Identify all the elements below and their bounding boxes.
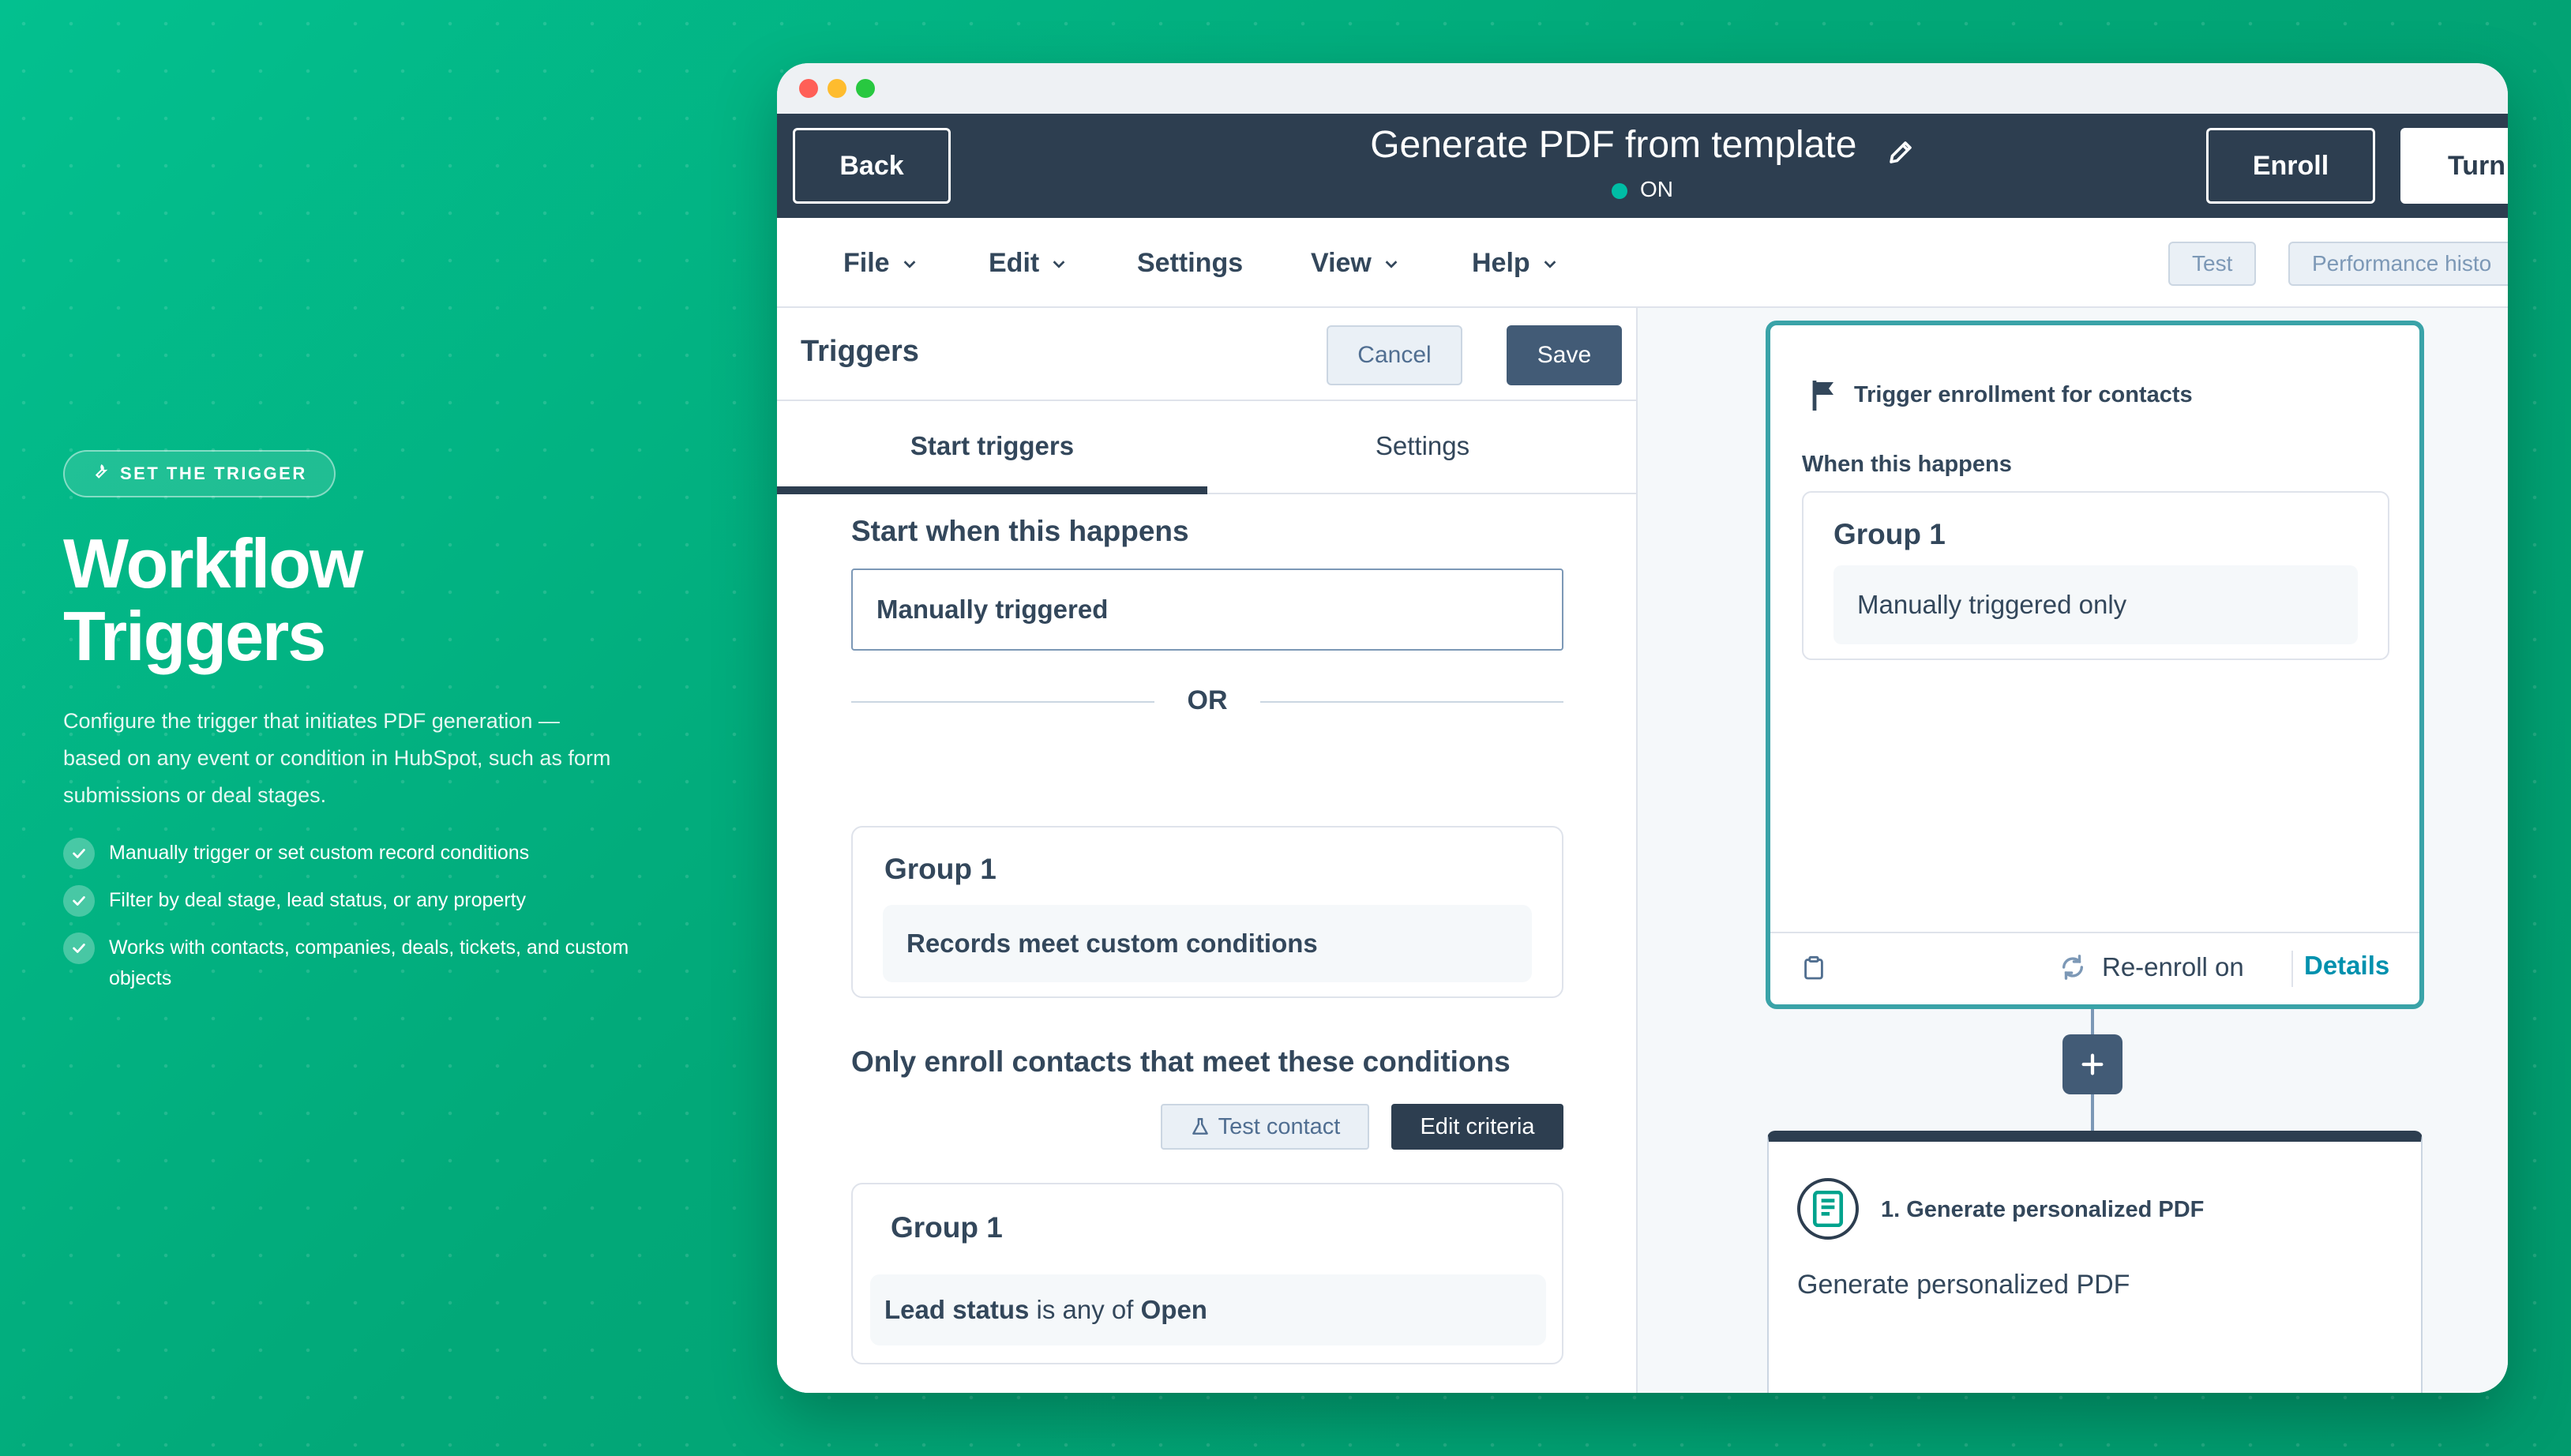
workflow-canvas: Trigger enrollment for contacts When thi… [1638,308,2508,1393]
app-window: Back Generate PDF from template ON Enrol… [777,63,2508,1393]
group-summary-row: Manually triggered only [1833,565,2358,644]
workflow-header: Back Generate PDF from template ON Enrol… [777,114,2508,218]
promo-title-line2: Triggers [63,597,326,675]
group-title: Group 1 [1833,518,1946,550]
test-contact-label: Test contact [1218,1113,1341,1139]
menu-settings-label: Settings [1137,248,1244,278]
triggers-panel: Triggers Cancel Save Start triggers Sett… [777,308,1638,1393]
or-divider: OR [851,685,1563,717]
enrollment-criteria-card[interactable]: Group 1 Lead status is any of Open [851,1183,1563,1364]
footer-separator [2291,951,2293,987]
window-titlebar [777,63,2508,114]
test-contact-button[interactable]: Test contact [1161,1104,1369,1150]
menu-help[interactable]: Help [1472,248,1559,279]
promo-title-line1: Workflow [63,524,363,602]
action-card[interactable]: 1. Generate personalized PDF Generate pe… [1767,1131,2423,1393]
check-icon [63,885,95,917]
connector-line [2091,1094,2094,1131]
pdf-document-icon [1797,1178,1859,1240]
menu-file-label: File [843,248,890,278]
turn-on-button[interactable]: Turn [2400,128,2508,204]
pill-label: SET THE TRIGGER [120,463,307,483]
reenroll-label: Re-enroll on [2102,952,2244,981]
edit-criteria-button[interactable]: Edit criteria [1391,1104,1563,1150]
cancel-button[interactable]: Cancel [1327,325,1462,385]
check-icon [63,933,95,964]
only-enroll-label: Only enroll contacts that meet these con… [851,1045,1511,1078]
feature-item: Works with contacts, companies, deals, t… [63,933,687,994]
group-title: Group 1 [891,1211,1003,1244]
menu-file[interactable]: File [843,248,918,279]
add-action-button[interactable] [2062,1034,2122,1094]
feature-list: Manually trigger or set custom record co… [63,838,695,994]
criteria-value: Open [1140,1295,1207,1324]
check-icon [63,838,95,869]
trigger-card-footer: Re-enroll on Details [1770,932,2419,1004]
trigger-card[interactable]: Trigger enrollment for contacts When thi… [1766,321,2424,1009]
promo-section: SET THE TRIGGER Workflow Triggers Config… [63,450,695,1010]
group-condition[interactable]: Records meet custom conditions [883,905,1532,982]
trigger-card-header: Trigger enrollment for contacts [1811,379,2193,411]
chevron-down-icon [903,260,915,268]
test-button[interactable]: Test [2168,242,2257,286]
criteria-property: Lead status [884,1295,1030,1324]
tab-settings[interactable]: Settings [1207,431,1638,461]
menu-edit[interactable]: Edit [989,248,1068,279]
feature-text: Filter by deal stage, lead status, or an… [109,889,527,911]
section-pill: SET THE TRIGGER [63,450,336,497]
group-title: Group 1 [884,853,996,885]
close-window-button[interactable] [799,79,818,98]
start-when-label: Start when this happens [851,515,1189,547]
trigger-group-card[interactable]: Group 1 Records meet custom conditions [851,826,1563,998]
action-description: Generate personalized PDF [1797,1270,2130,1300]
menu-settings[interactable]: Settings [1137,248,1243,279]
chevron-down-icon [1544,260,1556,268]
menu-bar: File Edit Settings View Help Test Perfor… [777,218,2508,308]
refresh-icon [2062,955,2084,980]
active-tab-indicator [777,486,1207,494]
menu-edit-label: Edit [989,248,1040,278]
chevron-down-icon [1053,260,1065,268]
plus-icon [2081,1053,2104,1075]
menu-view-label: View [1311,248,1372,278]
feature-item: Manually trigger or set custom record co… [63,838,687,869]
flag-icon [1812,381,1833,411]
promo-description: Configure the trigger that initiates PDF… [63,709,611,807]
divider-line [1260,701,1563,703]
flask-icon [1192,1118,1208,1135]
criteria-operator: is any of [1029,1295,1141,1324]
menu-view[interactable]: View [1311,248,1400,279]
workflow-title-text[interactable]: Generate PDF from template [1370,124,1856,166]
feature-item: Filter by deal stage, lead status, or an… [63,885,687,917]
minimize-window-button[interactable] [828,79,846,98]
enroll-button[interactable]: Enroll [2206,128,2375,204]
tab-start-triggers[interactable]: Start triggers [777,431,1207,461]
triggers-tabs: Start triggers Settings [777,401,1636,494]
triggers-panel-header: Triggers Cancel Save [777,308,1636,401]
when-label: When this happens [1802,452,2012,477]
chevron-down-icon [1385,260,1398,268]
performance-history-button[interactable]: Performance histo [2288,242,2508,286]
feature-text: Manually trigger or set custom record co… [109,842,530,864]
details-link[interactable]: Details [2304,951,2389,981]
feature-text: Works with contacts, companies, deals, t… [109,936,629,989]
promo-title: Workflow Triggers [63,527,458,673]
trigger-group-summary: Group 1 Manually triggered only [1802,491,2389,660]
menu-help-label: Help [1472,248,1530,278]
pencil-icon[interactable] [1886,133,1915,164]
maximize-window-button[interactable] [856,79,875,98]
status-dot [1612,182,1627,199]
clipboard-icon[interactable] [1803,955,1824,981]
connector-line [2091,1009,2094,1034]
trigger-type-field[interactable]: Manually triggered [851,569,1563,651]
trigger-card-title: Trigger enrollment for contacts [1854,381,2193,407]
save-button[interactable]: Save [1507,325,1622,385]
status-label: ON [1640,177,1673,201]
criteria-condition[interactable]: Lead status is any of Open [870,1274,1546,1345]
reenroll-toggle[interactable]: Re-enroll on [2059,952,2244,982]
triggers-panel-title: Triggers [801,335,919,368]
wrench-icon [92,463,109,485]
action-title: 1. Generate personalized PDF [1881,1197,2205,1222]
